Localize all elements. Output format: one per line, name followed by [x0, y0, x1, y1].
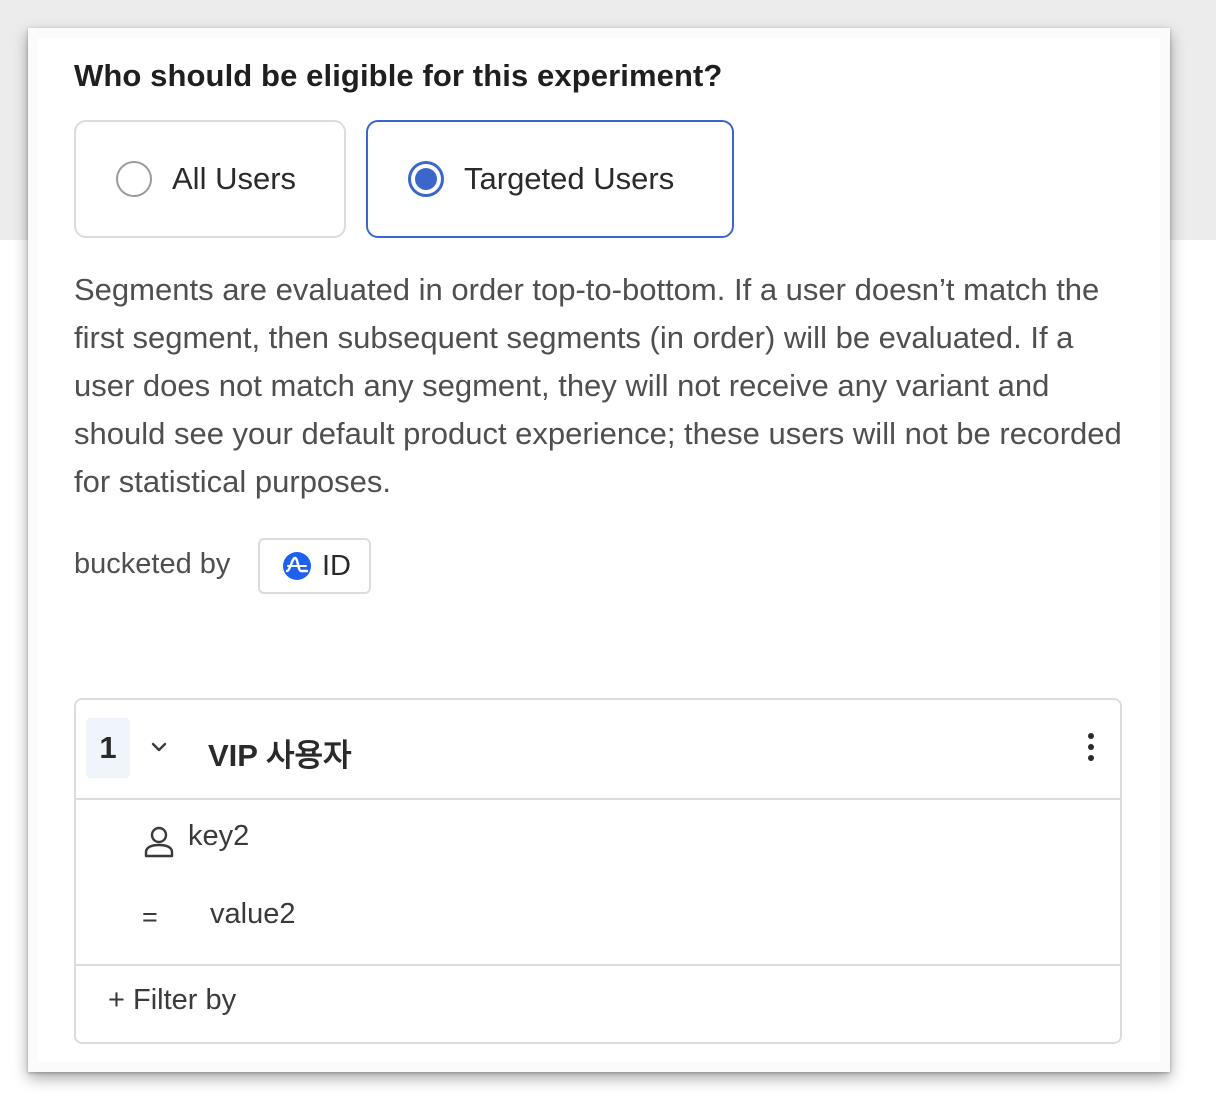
- bucketed-by-label: bucketed by: [74, 548, 231, 580]
- condition-operator[interactable]: =: [142, 902, 158, 933]
- bucketing-id-value: ID: [322, 549, 351, 582]
- radio-dot: [415, 168, 437, 190]
- segment-header: 1 VIP 사용자: [76, 700, 1120, 800]
- radio-option-all-users[interactable]: All Users: [74, 120, 346, 238]
- add-filter-button[interactable]: + Filter by: [108, 984, 236, 1017]
- segments-description: Segments are evaluated in order top-to-b…: [74, 272, 1122, 499]
- chevron-down-icon[interactable]: [148, 736, 170, 763]
- radio-checked-icon[interactable]: [408, 161, 444, 197]
- condition-value[interactable]: value2: [210, 898, 295, 931]
- radio-label-all-users: All Users: [172, 161, 297, 196]
- user-icon: [142, 824, 176, 863]
- bucketing-id-selector[interactable]: ID: [258, 538, 371, 594]
- eligibility-question: Who should be eligible for this experime…: [74, 58, 723, 93]
- condition-property[interactable]: key2: [188, 820, 249, 853]
- segment-card: 1 VIP 사용자 key2 = value2 + Filter by: [74, 698, 1122, 1044]
- eligibility-card: Who should be eligible for this experime…: [28, 28, 1170, 1072]
- segment-name[interactable]: VIP 사용자: [208, 730, 352, 775]
- segment-conditions: key2 = value2: [76, 798, 1120, 966]
- segment-number: 1: [86, 718, 130, 778]
- radio-unchecked-icon[interactable]: [116, 161, 152, 197]
- radio-label-targeted-users: Targeted Users: [464, 161, 675, 196]
- more-vertical-icon[interactable]: [1086, 730, 1096, 769]
- radio-option-targeted-users[interactable]: Targeted Users: [366, 120, 734, 238]
- amplitude-logo-icon: [282, 551, 312, 581]
